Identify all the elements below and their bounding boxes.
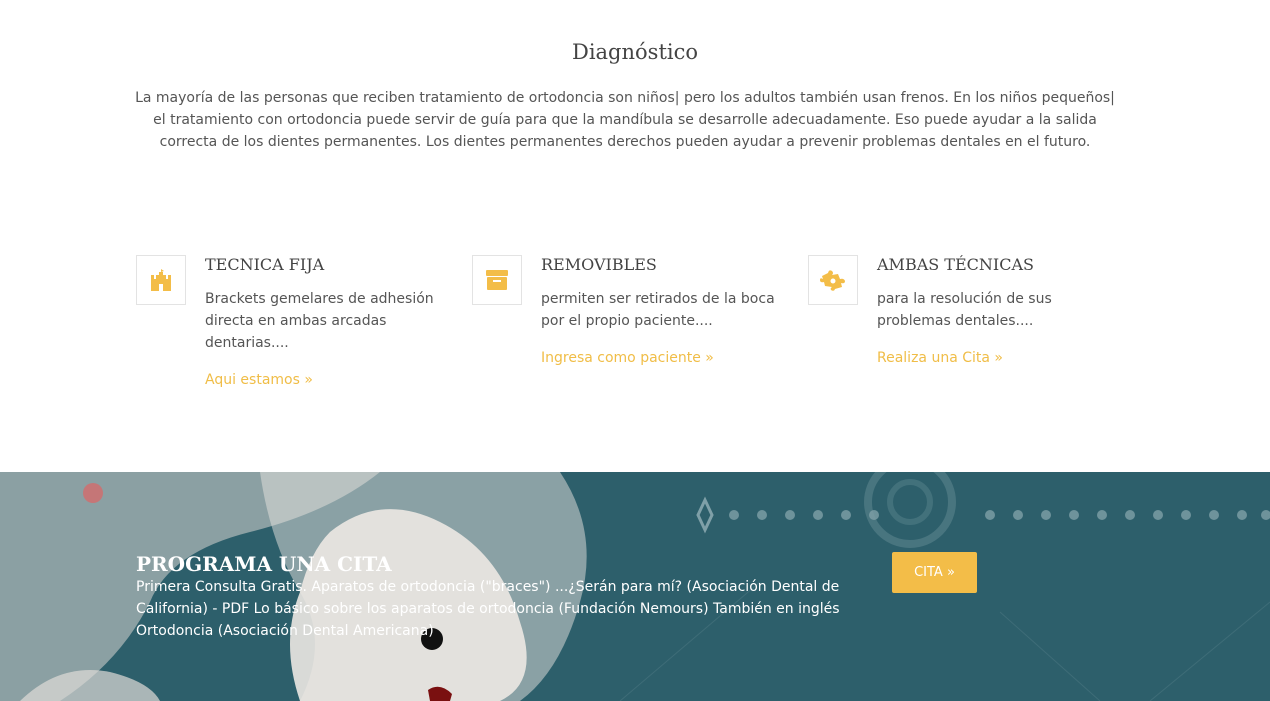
puzzle-piece-icon [808, 255, 858, 305]
diagnostico-title: Diagnóstico [571, 40, 699, 64]
ingresa-paciente-link[interactable]: Ingresa como paciente » [541, 350, 714, 366]
aqui-estamos-link[interactable]: Aqui estamos » [205, 372, 313, 388]
feature-text: permiten ser retirados de la boca por el… [541, 291, 775, 329]
feature-text: Brackets gemelares de adhesión directa e… [205, 291, 434, 351]
programa-cita-title: PROGRAMA UNA CITA [136, 552, 392, 576]
realiza-cita-link[interactable]: Realiza una Cita » [877, 350, 1003, 366]
feature-title: REMOVIBLES [541, 255, 657, 274]
feature-title: AMBAS TÉCNICAS [877, 255, 1034, 274]
feature-title: TECNICA FIJA [205, 255, 325, 274]
diagnostico-text: La mayoría de las personas que reciben t… [135, 90, 1115, 150]
castle-icon [136, 255, 186, 305]
programa-cita-text: Primera Consulta Gratis. Aparatos de ort… [136, 579, 840, 639]
feature-text: para la resolución de sus problemas dent… [877, 291, 1052, 329]
cita-button[interactable]: CITA » [892, 552, 977, 593]
programa-cita-banner: PROGRAMA UNA CITA Primera Consulta Grati… [0, 472, 1270, 701]
archive-box-icon [472, 255, 522, 305]
